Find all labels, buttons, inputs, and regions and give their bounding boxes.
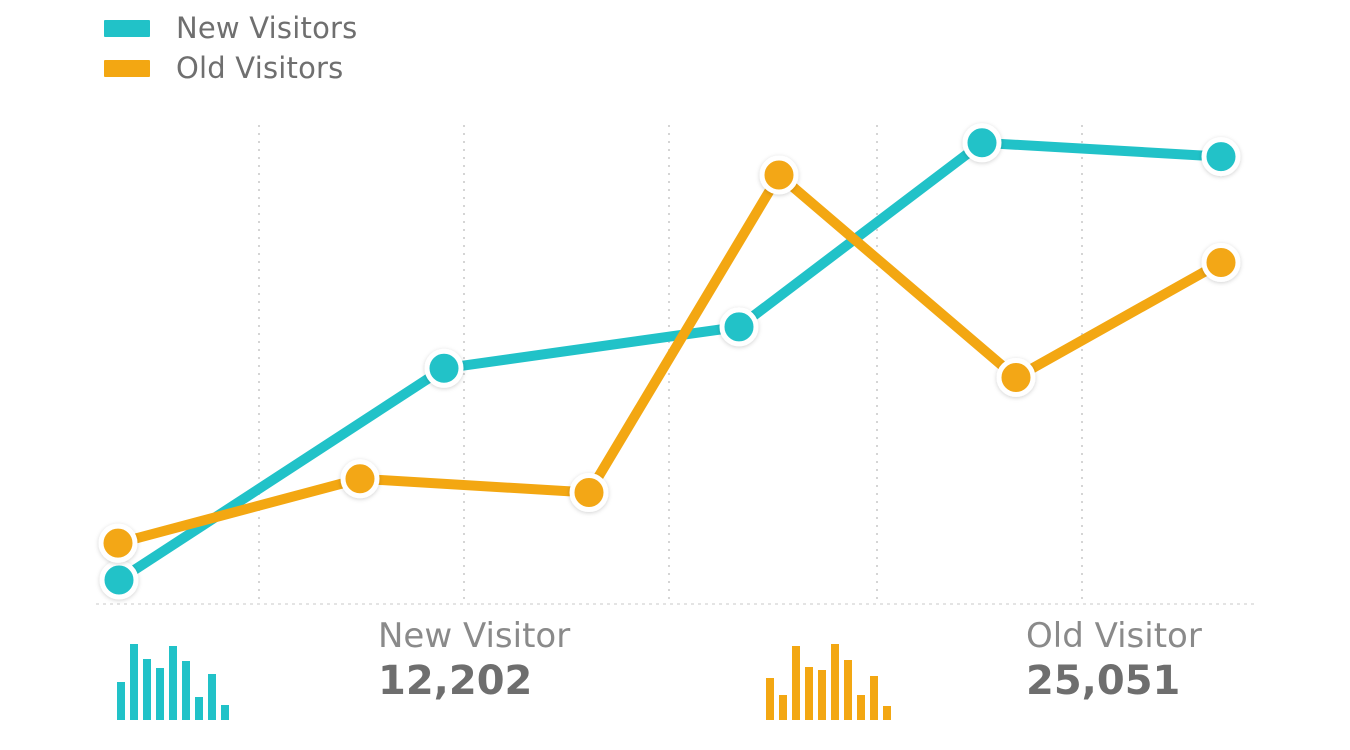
line-chart [96, 123, 1254, 605]
old-visitor-mini-bar-7 [844, 660, 852, 720]
old-visitors-point-4[interactable] [759, 155, 799, 195]
new-visitor-mini-bar-6 [182, 661, 190, 720]
old-visitor-label: Old Visitor [1026, 616, 1202, 656]
old-visitors-point-5[interactable] [996, 358, 1036, 398]
old-visitor-mini-bar-4 [805, 667, 813, 720]
old-visitors-point-6[interactable] [1201, 242, 1241, 282]
old-visitor-mini-bar-6 [831, 644, 839, 720]
old-visitor-count: 25,051 [1026, 658, 1181, 705]
new-visitors-point-3[interactable] [719, 307, 759, 347]
new-visitor-mini-bar-8 [208, 674, 216, 720]
old-visitor-stat: Old Visitor 25,051 [1026, 616, 1202, 705]
new-visitor-stat: New Visitor 12,202 [378, 616, 571, 705]
old-visitor-mini-bar-9 [870, 676, 878, 720]
new-visitors-point-2[interactable] [424, 348, 464, 388]
old-visitors-point-1[interactable] [98, 523, 138, 563]
new-visitor-mini-bar-3 [143, 659, 151, 720]
new-visitors-point-5[interactable] [1201, 137, 1241, 177]
old-visitors-point-2[interactable] [340, 459, 380, 499]
old-visitor-mini-bar-1 [766, 678, 774, 720]
new-visitor-mini-bar-4 [156, 668, 164, 720]
new-visitor-label: New Visitor [378, 616, 571, 656]
new-visitor-mini-bar-chart [117, 644, 229, 720]
old-visitor-mini-bar-10 [883, 706, 891, 720]
new-visitor-mini-bar-7 [195, 697, 203, 720]
old-visitor-mini-bar-chart [766, 644, 891, 720]
new-visitor-count: 12,202 [378, 658, 533, 705]
old-visitor-mini-bar-2 [779, 695, 787, 720]
old-visitor-mini-bar-8 [857, 695, 865, 720]
new-visitor-mini-bar-5 [169, 646, 177, 720]
old-visitors-point-3[interactable] [569, 473, 609, 513]
new-visitor-mini-bar-1 [117, 682, 125, 720]
stats-panel: New Visitor 12,202 Old Visitor 25,051 [0, 616, 1350, 750]
old-visitor-mini-bar-3 [792, 646, 800, 720]
new-visitors-point-1[interactable] [99, 560, 139, 600]
new-visitors-point-4[interactable] [962, 123, 1002, 163]
new-visitor-mini-bar-9 [221, 705, 229, 720]
old-visitor-mini-bar-5 [818, 670, 826, 720]
new-visitor-mini-bar-2 [130, 644, 138, 720]
